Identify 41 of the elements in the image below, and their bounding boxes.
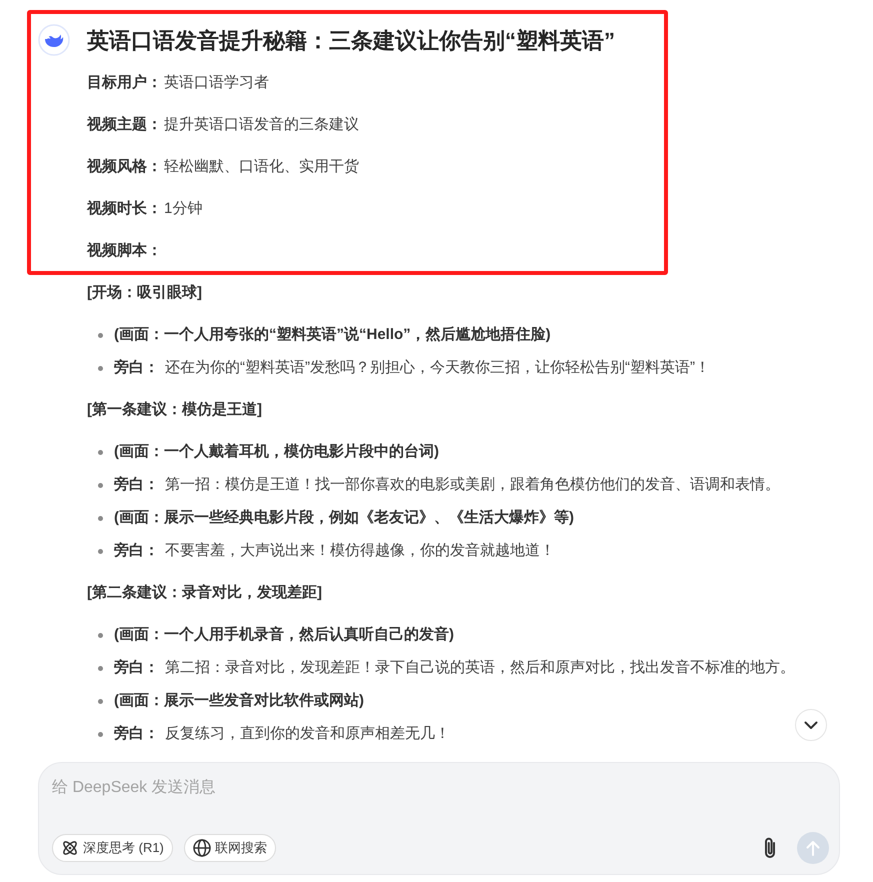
toggle-button[interactable]: 联网搜索 [184,834,276,862]
field-value: 提升英语口语发音的三条建议 [164,114,359,135]
bullet-icon [98,366,103,371]
arrow-up-icon [806,840,820,856]
scene-note: (画面：展示一些发音对比软件或网站) [114,691,364,711]
atom-icon [61,839,79,857]
field-value: 英语口语学习者 [164,72,269,93]
bullet-icon [98,333,103,338]
bullet-icon [98,516,103,521]
field-label: 目标用户： [87,72,162,93]
toggle-button[interactable]: 深度思考 (R1) [52,834,173,862]
field-label: 视频主题： [87,114,162,135]
field-value: 轻松幽默、口语化、实用干货 [164,156,359,177]
message-input[interactable]: 给 DeepSeek 发送消息 [52,775,822,801]
field-value: 1分钟 [164,198,202,219]
scene-note: (画面：一个人戴着耳机，模仿电影片段中的台词) [114,442,439,462]
scroll-down-button[interactable] [795,709,827,741]
field-label: 视频风格： [87,156,162,177]
narration-text: 旁白： 不要害羞，大声说出来！模仿得越像，你的发音就越地道！ [114,541,555,561]
scene-note: (画面：展示一些经典电影片段，例如《老友记》、《生活大爆炸》等) [114,508,574,528]
narration-text: 旁白： 第二招：录音对比，发现差距！录下自己说的英语，然后和原声对比，找出发音不标准的地方。 [114,658,795,678]
section-heading: [第二条建议：录音对比，发现差距] [87,583,322,603]
chevron-down-icon [804,720,818,730]
scene-note: (画面：一个人用夸张的“塑料英语”说“Hello”，然后尴尬地捂住脸) [114,324,551,345]
bullet-icon [98,699,103,704]
section-heading: [开场：吸引眼球] [87,283,202,303]
bullet-icon [98,483,103,488]
narration-text: 旁白： 反复练习，直到你的发音和原声相差无几！ [114,724,450,744]
bullet-icon [98,549,103,554]
field-label: 视频时长： [87,198,162,219]
bullet-icon [98,633,103,638]
narration-text: 旁白： 第一招：模仿是王道！找一部你喜欢的电影或美剧，跟着角色模仿他们的发音、语调和表情。 [114,475,780,495]
field-label: 视频脚本： [87,240,162,261]
globe-icon [192,839,211,857]
document-title: 英语口语发音提升秘籍：三条建议让你告别“塑料英语” [87,26,615,54]
bullet-icon [98,732,103,737]
scene-note: (画面：一个人用手机录音，然后认真听自己的发音) [114,625,454,645]
bullet-icon [98,450,103,455]
section-heading: [第一条建议：模仿是王道] [87,400,262,420]
bullet-icon [98,666,103,671]
narration-text: 旁白： 还在为你的“塑料英语”发愁吗？别担心，今天教你三招，让你轻松告别“塑料英语”！ [114,358,710,378]
